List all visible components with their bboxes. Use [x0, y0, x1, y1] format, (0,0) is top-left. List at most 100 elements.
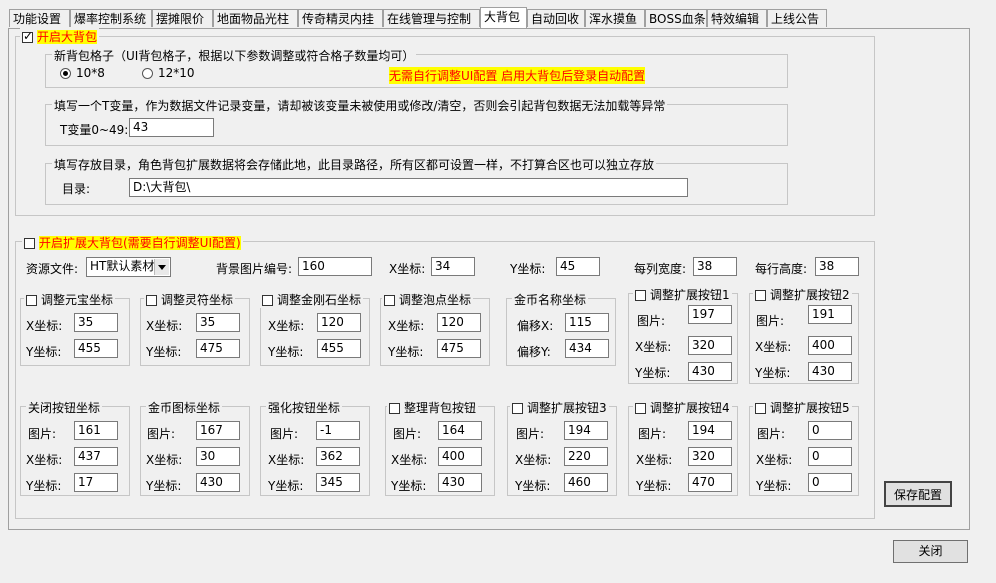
y-input[interactable]: 430	[688, 362, 732, 381]
offset-y-label: 偏移Y:	[517, 345, 551, 359]
ext-button-title[interactable]: 调整扩展按钮2	[753, 286, 852, 303]
offset-y-input[interactable]: 434	[565, 339, 609, 358]
tab-drop-rate[interactable]: 爆率控制系统	[70, 9, 152, 27]
x-input[interactable]: 320	[688, 336, 732, 355]
checkbox-icon[interactable]	[262, 295, 273, 306]
y-coord-input[interactable]: 45	[556, 257, 600, 276]
tvar-input[interactable]: 43	[129, 118, 214, 137]
chevron-down-icon[interactable]	[154, 259, 169, 275]
img-input[interactable]: 194	[564, 421, 608, 440]
coord-group-title[interactable]: 调整灵符坐标	[144, 291, 236, 308]
enable-ext-checkbox[interactable]: 开启扩展大背包(需要自行调整UI配置)	[22, 234, 243, 251]
img-label: 图片:	[147, 427, 176, 441]
save-config-button[interactable]: 保存配置	[884, 481, 952, 507]
x-input[interactable]: 120	[317, 313, 361, 332]
group-title[interactable]: 调整扩展按钮5	[753, 399, 852, 416]
x-input[interactable]: 30	[196, 447, 240, 466]
x-input[interactable]: 400	[808, 336, 852, 355]
x-input[interactable]: 120	[437, 313, 481, 332]
y-input[interactable]: 430	[808, 362, 852, 381]
x-input[interactable]: 220	[564, 447, 608, 466]
checkbox-icon[interactable]	[635, 290, 646, 301]
y-label: Y坐标:	[146, 345, 182, 359]
bg-image-input[interactable]: 160	[298, 257, 372, 276]
y-label: Y坐标:	[268, 479, 304, 493]
tab-ground-light[interactable]: 地面物品光柱	[213, 9, 298, 27]
close-button[interactable]: 关闭	[893, 540, 968, 563]
img-input[interactable]: 197	[688, 305, 732, 324]
tab-muddy-fish[interactable]: 浑水摸鱼	[585, 9, 645, 27]
x-input[interactable]: 362	[316, 447, 360, 466]
img-input[interactable]: 0	[808, 421, 852, 440]
y-input[interactable]: 17	[74, 473, 118, 492]
tvar-label: T变量0~49:	[60, 123, 129, 137]
x-input[interactable]: 35	[74, 313, 118, 332]
y-label: Y坐标:	[515, 479, 551, 493]
coord-group-title[interactable]: 调整泡点坐标	[382, 291, 474, 308]
x-label: X坐标:	[756, 453, 793, 467]
tab-function-settings[interactable]: 功能设置	[9, 9, 70, 27]
img-label: 图片:	[393, 427, 422, 441]
x-coord-input[interactable]: 34	[431, 257, 475, 276]
tab-stall-price[interactable]: 摆摊限价	[152, 9, 213, 27]
tab-sprite-helper[interactable]: 传奇精灵内挂	[298, 9, 383, 27]
img-input[interactable]: 161	[74, 421, 118, 440]
y-input[interactable]: 430	[196, 473, 240, 492]
radio-12x10[interactable]: 12*10	[142, 66, 195, 80]
resource-select[interactable]: HT默认素材	[86, 257, 171, 277]
radio-icon[interactable]	[142, 68, 153, 79]
y-input[interactable]: 470	[688, 473, 732, 492]
col-width-input[interactable]: 38	[693, 257, 737, 276]
checkbox-icon[interactable]	[384, 295, 395, 306]
dir-input[interactable]: D:\大背包\	[129, 178, 688, 197]
ext-button-title[interactable]: 调整扩展按钮1	[633, 286, 732, 303]
img-input[interactable]: 191	[808, 305, 852, 324]
group-title[interactable]: 调整扩展按钮4	[633, 399, 732, 416]
bg-image-label: 背景图片编号:	[216, 262, 293, 276]
x-input[interactable]: 320	[688, 447, 732, 466]
row-height-input[interactable]: 38	[815, 257, 859, 276]
coord-group-title[interactable]: 调整元宝坐标	[24, 291, 116, 308]
img-input[interactable]: 164	[438, 421, 482, 440]
checkbox-icon[interactable]	[22, 29, 33, 43]
radio-icon[interactable]	[60, 68, 71, 79]
tab-big-bag[interactable]: 大背包	[480, 7, 527, 28]
y-input[interactable]: 460	[564, 473, 608, 492]
img-input[interactable]: -1	[316, 421, 360, 440]
enable-bag-checkbox[interactable]: 开启大背包	[20, 28, 100, 45]
x-input[interactable]: 400	[438, 447, 482, 466]
checkbox-icon[interactable]	[389, 403, 400, 414]
offset-x-input[interactable]: 115	[565, 313, 609, 332]
x-input[interactable]: 0	[808, 447, 852, 466]
radio-10x8[interactable]: 10*8	[60, 66, 105, 80]
x-input[interactable]: 35	[196, 313, 240, 332]
tab-login-notice[interactable]: 上线公告	[767, 9, 827, 27]
x-label: X坐标:	[635, 340, 672, 354]
y-input[interactable]: 475	[196, 339, 240, 358]
coord-group-title[interactable]: 调整金刚石坐标	[260, 291, 364, 308]
y-input[interactable]: 475	[437, 339, 481, 358]
tab-online-manage[interactable]: 在线管理与控制	[383, 9, 480, 27]
tab-boss-hp[interactable]: BOSS血条	[645, 9, 707, 27]
checkbox-icon[interactable]	[512, 403, 523, 414]
checkbox-icon[interactable]	[755, 403, 766, 414]
checkbox-icon[interactable]	[26, 295, 37, 306]
y-input[interactable]: 455	[317, 339, 361, 358]
tab-auto-recycle[interactable]: 自动回收	[527, 9, 585, 27]
checkbox-icon[interactable]	[755, 290, 766, 301]
group-title[interactable]: 调整扩展按钮3	[510, 399, 609, 416]
img-input[interactable]: 194	[688, 421, 732, 440]
x-input[interactable]: 437	[74, 447, 118, 466]
y-input[interactable]: 455	[74, 339, 118, 358]
group-title[interactable]: 整理背包按钮	[387, 399, 479, 416]
y-input[interactable]: 0	[808, 473, 852, 492]
y-input[interactable]: 345	[316, 473, 360, 492]
tab-effect-edit[interactable]: 特效编辑	[707, 9, 767, 27]
y-input[interactable]: 430	[438, 473, 482, 492]
checkbox-icon[interactable]	[146, 295, 157, 306]
checkbox-icon[interactable]	[635, 403, 646, 414]
checkbox-icon[interactable]	[24, 238, 35, 249]
img-input[interactable]: 167	[196, 421, 240, 440]
group-title: 强化按钮坐标	[266, 399, 343, 416]
img-label: 图片:	[28, 427, 57, 441]
